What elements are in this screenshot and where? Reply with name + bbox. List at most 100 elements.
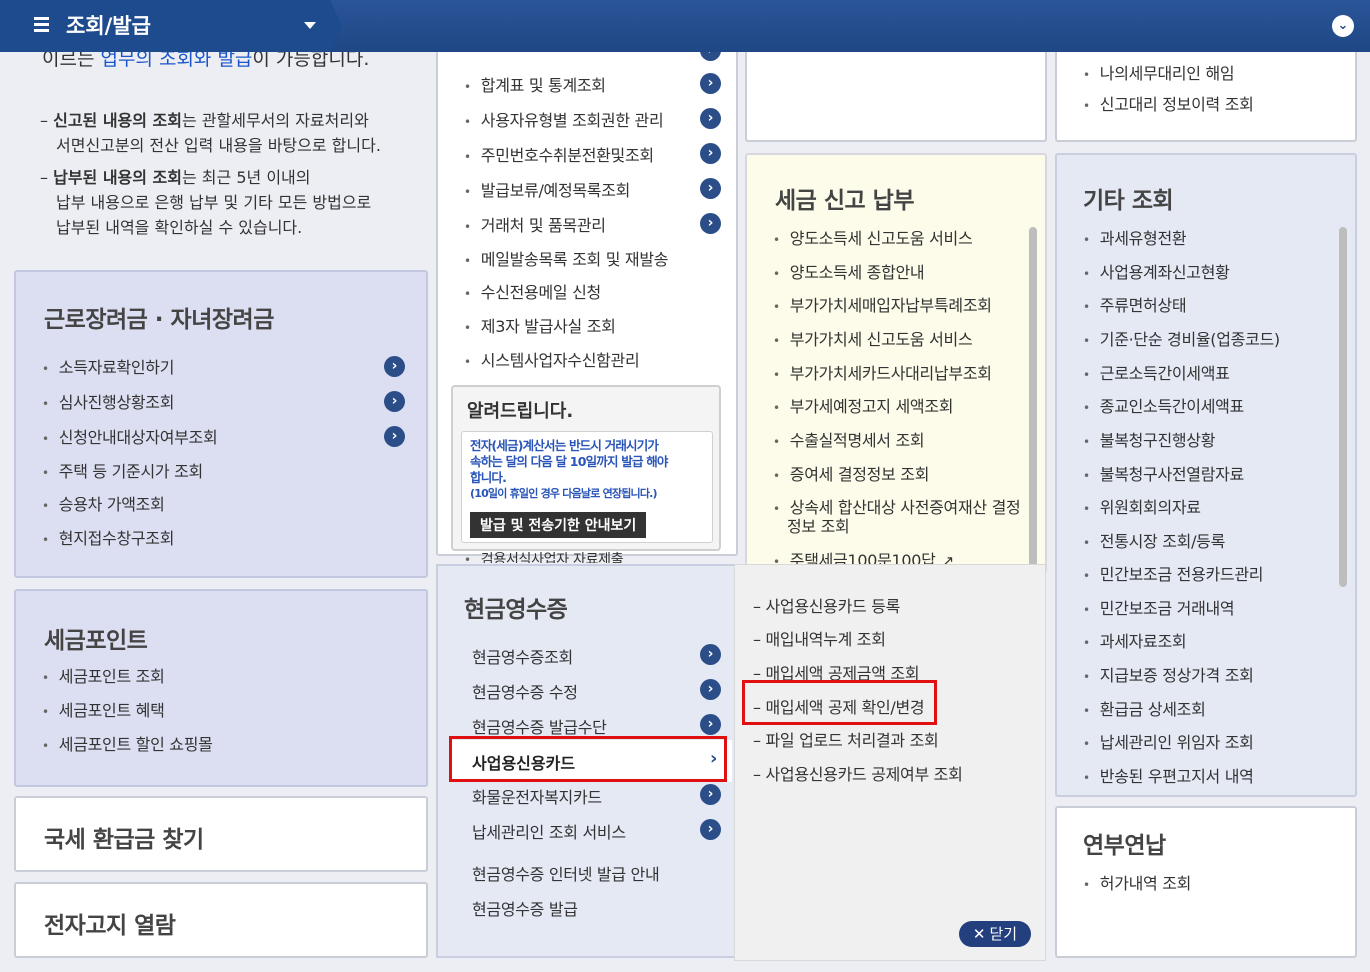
panel-title: 기타 조회 [1083,188,1174,214]
list-item[interactable]: • 위원회회의자료 [1083,494,1201,518]
top-nav-bar: 조회/발급 ⌄ [0,0,1370,52]
list-item-continuation[interactable]: 정보 조회 [787,513,850,537]
tax-report-panel: 세금 신고 납부 • 양도소득세 신고도움 서비스 • 양도소득세 종합안내 • 부가… [745,153,1047,573]
list-item[interactable]: • 사업용계좌신고현황 [1083,259,1230,283]
submenu-item[interactable]: – 사업용신용카드 등록 [753,593,900,617]
list-item[interactable]: • 제3자 발급사실 조회 [464,313,616,337]
arrow-right-icon[interactable]: › [700,819,721,840]
list-item[interactable]: • 환급금 상세조회 [1083,696,1206,720]
menu-item[interactable]: 화물운전자복지카드 [472,784,602,808]
panel-title: 국세 환급금 찾기 [44,827,204,853]
list-item[interactable]: • 합계표 및 통계조회 [464,72,606,96]
close-icon: ✕ [972,925,986,943]
list-item[interactable]: • 신고대리 정보이력 조회 [1083,91,1254,115]
list-item[interactable]: • 반송된 우편고지서 내역 [1083,763,1254,787]
list-item[interactable]: • 신청안내대상자여부조회 [42,424,218,448]
list-item[interactable]: • 지급보증 정상가격 조회 [1083,662,1254,686]
list-item[interactable]: • 부가세예정고지 세액조회 [773,393,954,417]
alert-text: 전자(세금)계산서는 반드시 거래시기가 속하는 달의 다음 달 10일까지 발… [470,438,668,500]
list-item[interactable]: • 증여세 결정정보 조회 [773,461,929,485]
list-item[interactable]: • 양도소득세 신고도움 서비스 [773,225,973,249]
arrow-right-icon[interactable]: › [700,213,721,234]
arrow-right-icon[interactable]: › [700,784,721,805]
list-item[interactable]: • 기준·단순 경비율(업종코드) [1083,326,1280,350]
list-item[interactable]: • 과세자료조회 [1083,628,1187,652]
list-item[interactable]: • 허가내역 조회 [1083,870,1191,894]
list-item[interactable]: • 수신전용메일 신청 [464,279,601,303]
refund-panel[interactable]: 국세 환급금 찾기 [14,796,428,872]
arrow-right-icon[interactable]: › [384,391,405,412]
panel-title: 근로장려금 · 자녀장려금 [44,307,274,333]
list-item[interactable]: • 민간보조금 거래내역 [1083,595,1235,619]
list-item[interactable]: • 현지접수창구조회 [42,525,174,549]
list-item[interactable]: • 불복청구진행상황 [1083,427,1215,451]
arrow-right-icon[interactable]: › [700,143,721,164]
panel-title: 현금영수증 [464,597,568,623]
list-item[interactable]: • 사용자유형별 조회권한 관리 [464,107,664,131]
arrow-right-icon[interactable]: › [384,356,405,377]
arrow-right-icon[interactable]: › [700,714,721,735]
close-button[interactable]: ✕ 닫기 [959,921,1031,947]
list-item[interactable]: • 불복청구사전열람자료 [1083,461,1244,485]
tax-point-panel: 세금포인트 • 세금포인트 조회 • 세금포인트 혜택 • 세금포인트 할인 쇼핑몰 [14,589,428,787]
menu-item[interactable]: 현금영수증 발급 [472,896,578,920]
list-item[interactable]: • 심사진행상황조회 [42,389,174,413]
arrow-right-icon[interactable]: › [384,426,405,447]
list-item[interactable]: • 나의세무대리인 해임 [1083,60,1235,84]
arrow-right-icon[interactable]: › [700,679,721,700]
e-notice-panel[interactable]: 전자고지 열람 [14,882,428,958]
list-item[interactable]: • 발급보류/예정목록조회 [464,177,630,201]
menu-title: 조회/발급 [66,14,151,38]
arrow-right-icon[interactable]: › [700,178,721,199]
intro-paragraph-2: – 납부된 내용의 조회는 최근 5년 이내의 납부 내용으로 은행 납부 및 … [40,168,372,237]
menu-dropdown[interactable]: 조회/발급 [0,0,342,52]
list-item[interactable]: • 세금포인트 혜택 [42,697,165,721]
highlight-box [449,736,727,782]
business-card-submenu: – 사업용신용카드 등록 – 매입내역누계 조회 – 매입세액 공제금액 조회 … [734,564,1046,961]
scrollbar[interactable] [1029,227,1037,567]
labor-incentive-panel: 근로장려금 · 자녀장려금 • 소득자료확인하기 › • 심사진행상황조회 › • 신… [14,270,428,578]
list-item[interactable]: • 양도소득세 종합안내 [773,259,925,283]
list-item[interactable]: • 거래처 및 품목관리 [464,212,606,236]
list-item[interactable]: • 세금포인트 할인 쇼핑몰 [42,731,213,755]
list-item[interactable]: • 세금포인트 조회 [42,663,165,687]
filing-deadline-guide-button[interactable]: 발급 및 전송기한 안내보기 [470,512,647,538]
list-item[interactable]: • 주민번호수취분전환및조회 [464,142,654,166]
arrow-right-icon[interactable]: › [700,644,721,665]
menu-item[interactable]: 현금영수증 수정 [472,679,578,703]
menu-item[interactable]: 현금영수증 발급수단 [472,714,607,738]
alert-body: 전자(세금)계산서는 반드시 거래시기가 속하는 달의 다음 달 10일까지 발… [461,431,713,543]
chevron-down-icon[interactable]: ⌄ [1332,15,1354,37]
menu-item[interactable]: 현금영수증조회 [472,644,573,668]
arrow-right-icon[interactable]: › [700,108,721,129]
submenu-item[interactable]: – 파일 업로드 처리결과 조회 [753,727,939,751]
list-item[interactable]: • 납세관리인 위임자 조회 [1083,729,1254,753]
list-item[interactable]: • 소득자료확인하기 [42,354,174,378]
list-item[interactable]: • 부가가치세매입자납부특례조회 [773,292,992,316]
scrollbar[interactable] [1339,227,1347,587]
menu-item[interactable]: 현금영수증 인터넷 발급 안내 [472,861,660,885]
list-item[interactable]: • 승용차 가액조회 [42,491,165,515]
submenu-item[interactable]: – 매입내역누계 조회 [753,626,886,650]
panel-title: 세금 신고 납부 [775,188,914,214]
list-item[interactable]: • 부가가치세 신고도움 서비스 [773,326,973,350]
list-item[interactable]: • 전통시장 조회/등록 [1083,528,1225,552]
list-item[interactable]: • 주택 등 기준시가 조회 [42,458,203,482]
alert-title: 알려드립니다. [467,401,574,422]
arrow-right-icon[interactable]: › [700,73,721,94]
menu-item[interactable]: 납세관리인 조회 서비스 [472,819,626,843]
list-item[interactable]: • 검용서식사업자 자료제출 [464,549,623,563]
list-item[interactable]: • 종교인소득간이세액표 [1083,393,1244,417]
submenu-item[interactable]: – 사업용신용카드 공제여부 조회 [753,761,963,785]
list-item[interactable]: • 주류면허상태 [1083,292,1187,316]
etc-inquiry-panel: 기타 조회 • 과세유형전환 • 사업용계좌신고현황 • 주류면허상태 • 기준·단순 … [1055,153,1357,797]
list-item[interactable]: • 메일발송목록 조회 및 재발송 [464,246,668,270]
intro-paragraph-1: – 신고된 내용의 조회는 관할세무서의 자료처리와 서면신고분의 전산 입력 … [40,111,381,155]
list-item[interactable]: • 과세유형전환 [1083,225,1187,249]
caret-down-icon [304,22,316,29]
list-item[interactable]: • 수출실적명세서 조회 [773,427,925,451]
list-item[interactable]: • 시스템사업자수신함관리 [464,347,640,371]
list-item[interactable]: • 민간보조금 전용카드관리 [1083,561,1264,585]
list-item[interactable]: • 근로소득간이세액표 [1083,360,1230,384]
list-item[interactable]: • 부가가치세카드사대리납부조회 [773,360,992,384]
